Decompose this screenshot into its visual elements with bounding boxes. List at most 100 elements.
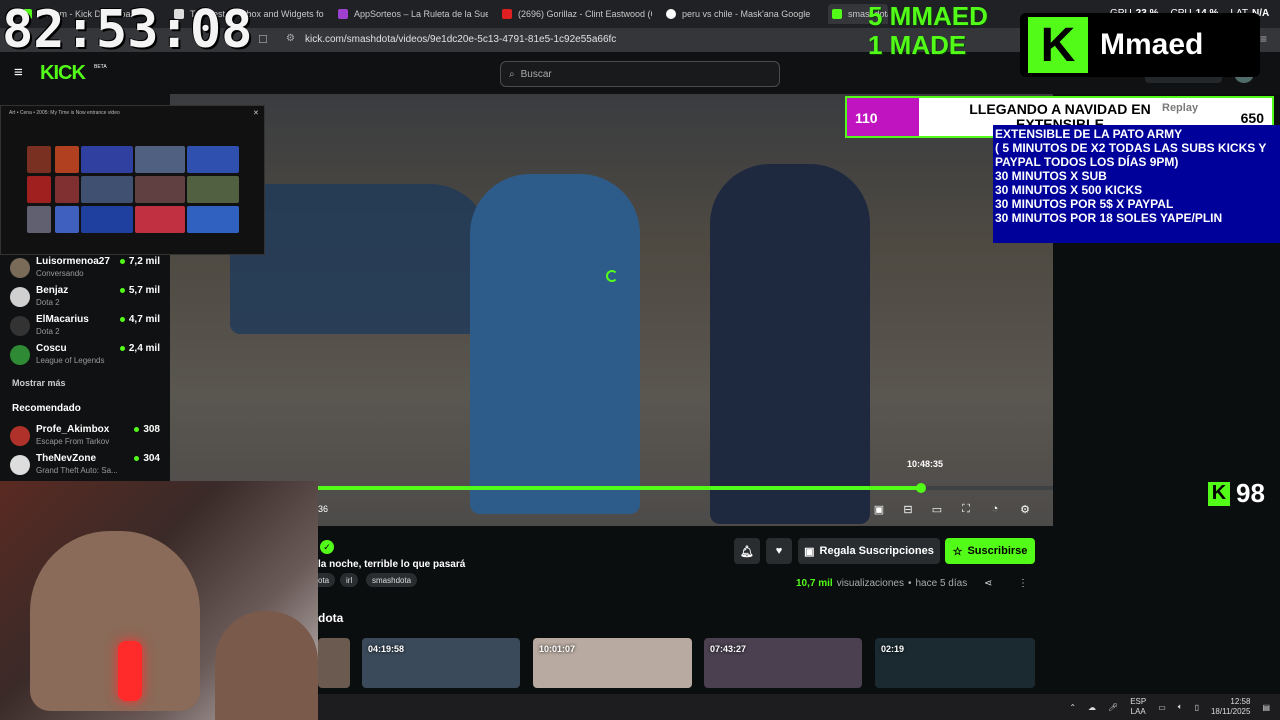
- sub-goal-current: 110: [855, 110, 878, 126]
- rules-line: EXTENSIBLE DE LA PATO ARMY: [995, 127, 1183, 141]
- channel-game: Escape From Tarkov: [36, 437, 110, 446]
- show-more-link[interactable]: Mostrar más: [12, 378, 66, 388]
- preview-tile: [135, 146, 185, 173]
- verified-icon: ✓: [320, 540, 334, 554]
- seek-bar[interactable]: [318, 483, 1053, 493]
- seek-knob[interactable]: [915, 483, 926, 493]
- kicks-counter: K 98: [1208, 478, 1265, 509]
- channel-game: Dota 2: [36, 298, 60, 307]
- subscribe-button[interactable]: ☆ Suscribirse: [945, 538, 1035, 564]
- kick-k-logo: K: [1028, 17, 1088, 73]
- youtube-favicon-icon: [502, 9, 512, 19]
- playback-speed-icon[interactable]: ◔: [988, 502, 1002, 516]
- menu-icon[interactable]: ≡: [1260, 32, 1267, 46]
- video-thumbnail[interactable]: 07:43:27: [704, 638, 862, 688]
- loading-spinner-icon: [606, 270, 618, 282]
- preview-tile: [81, 176, 133, 203]
- preview-tile: [55, 146, 79, 173]
- video-stats: 10,7 mil visualizaciones • hace 5 días: [796, 578, 967, 589]
- preview-tile: [27, 176, 51, 203]
- avatar: [10, 426, 30, 446]
- cloud-icon[interactable]: ☁: [1088, 703, 1096, 712]
- share-icon[interactable]: ⋖: [984, 578, 992, 589]
- tag-pill[interactable]: smashdota: [366, 573, 418, 587]
- dot-separator: •: [907, 578, 912, 589]
- clock[interactable]: 12:58 18/11/2025: [1211, 697, 1250, 717]
- kick-k-icon: K: [1208, 481, 1230, 506]
- settings-gear-icon[interactable]: ⚙: [1018, 502, 1032, 516]
- duration-badge: 04:19:58: [368, 644, 405, 654]
- channel-game: Grand Theft Auto: Sa...: [36, 466, 118, 475]
- language-indicator[interactable]: ESP LAA: [1130, 697, 1146, 717]
- rules-line: 30 MINUTOS POR 18 SOLES YAPE/PLIN: [995, 211, 1223, 225]
- tab-label: (2696) Gorillaz - Clint Eastwood (Offi: [518, 9, 652, 19]
- site-info-icon[interactable]: ⚙: [286, 33, 295, 44]
- clock-time: 12:58: [1230, 697, 1251, 706]
- google-favicon-icon: [666, 9, 676, 19]
- avatar: [10, 287, 30, 307]
- preview-tile: [55, 206, 79, 233]
- volume-icon[interactable]: 🔈︎: [1178, 702, 1183, 712]
- sidebar-recommended-thenevzone[interactable]: TheNevZone Grand Theft Auto: Sa... 304: [10, 451, 160, 479]
- viewer-count: 4,7 mil: [120, 314, 160, 325]
- rules-line: ( 5 MINUTOS DE X2 TODAS LAS SUBS KICKS Y…: [995, 141, 1267, 169]
- kick-logo[interactable]: KICK: [40, 62, 86, 85]
- preview-tile: [27, 206, 51, 233]
- hamburger-menu-icon[interactable]: ≡: [14, 64, 23, 81]
- clip-icon[interactable]: ⊟: [901, 502, 915, 516]
- keyboard-layout: LAA: [1130, 707, 1146, 716]
- extensible-rules-panel: EXTENSIBLE DE LA PATO ARMY ( 5 MINUTOS D…: [993, 125, 1280, 243]
- person-background: [215, 611, 318, 720]
- replay-button[interactable]: Replay: [1162, 102, 1198, 114]
- star-icon: ☆: [952, 545, 963, 558]
- kick-favicon-icon: [832, 9, 842, 19]
- viewer-count: 2,4 mil: [120, 343, 160, 354]
- search-placeholder: Buscar: [520, 68, 552, 80]
- microphone-icon[interactable]: 🎤︎: [1108, 703, 1118, 712]
- sidebar-recommended-profe-akimbox[interactable]: Profe_Akimbox Escape From Tarkov 308: [10, 422, 160, 450]
- system-tray: ⌃ ☁ 🎤︎ ESP LAA ▭ 🔈︎ ▯ 12:58 18/11/2025 ▤: [1069, 694, 1270, 720]
- channel-name: Coscu: [36, 343, 67, 354]
- bell-icon: 🔔︎: [740, 545, 754, 558]
- browser-tab[interactable]: (2696) Gorillaz - Clint Eastwood (Offi: [502, 4, 652, 24]
- viewer-count: 5,7 mil: [120, 285, 160, 296]
- sub-goal-target: 650: [1240, 110, 1264, 126]
- video-thumbnail[interactable]: 10:01:07: [533, 638, 692, 688]
- search-input[interactable]: ⌕ Buscar: [500, 61, 780, 87]
- fullscreen-icon[interactable]: ⛶: [959, 502, 973, 516]
- viewer-count: 7,2 mil: [120, 256, 160, 267]
- network-icon[interactable]: ▭: [1158, 703, 1166, 712]
- video-age: hace 5 días: [915, 578, 968, 589]
- video-thumbnail[interactable]: 02:19: [875, 638, 1035, 688]
- sidebar-channel-elmacarius[interactable]: ElMacarius Dota 2 4,7 mil: [10, 312, 160, 340]
- chevron-up-icon[interactable]: ⌃: [1069, 703, 1076, 712]
- theater-mode-icon[interactable]: ▭: [930, 502, 944, 516]
- browser-tab[interactable]: AppSorteos – La Ruleta de la Suerte: [338, 4, 488, 24]
- rules-line: 30 MINUTOS X 500 KICKS: [995, 183, 1143, 197]
- sidebar-channel-benjaz[interactable]: Benjaz Dota 2 5,7 mil: [10, 283, 160, 311]
- tag-pill[interactable]: irl: [340, 573, 359, 587]
- sidebar-channel-luisormenoa27[interactable]: Luisormenoa27 Conversando 7,2 mil: [10, 254, 160, 282]
- browser-tab[interactable]: peru vs chile - Mask'ana Google: [666, 4, 816, 24]
- preview-tile: [187, 206, 239, 233]
- notifications-icon[interactable]: ▤: [1262, 703, 1270, 712]
- channel-name: Benjaz: [36, 285, 69, 296]
- gift-subscriptions-button[interactable]: ▣ Regala Suscripciones: [798, 538, 940, 564]
- video-thumbnail[interactable]: [318, 638, 350, 688]
- video-preview-popup[interactable]: Art • Cena • 2005: My Time is Now entran…: [0, 105, 265, 255]
- close-icon[interactable]: ✕: [253, 109, 259, 117]
- kick-brand-overlay: K Mmaed: [1020, 13, 1260, 77]
- preview-tile: [187, 146, 239, 173]
- preview-tile: [81, 206, 133, 233]
- url-text[interactable]: kick.com/smashdota/videos/9e1dc20e-5c13-…: [305, 34, 616, 45]
- sidebar-channel-coscu[interactable]: Coscu League of Legends 2,4 mil: [10, 341, 160, 369]
- video-thumbnail[interactable]: 04:19:58: [362, 638, 520, 688]
- gift-label: Regala Suscripciones: [819, 545, 934, 557]
- miniplayer-icon[interactable]: ▣: [872, 502, 886, 516]
- battery-icon[interactable]: ▯: [1195, 703, 1199, 712]
- more-options-icon[interactable]: ⋮: [1018, 578, 1028, 589]
- viewer-count: 308: [134, 424, 160, 435]
- notification-bell-button[interactable]: 🔔︎: [734, 538, 760, 564]
- follow-heart-button[interactable]: ♥: [766, 538, 792, 564]
- bookmark-icon[interactable]: ☐: [258, 33, 268, 46]
